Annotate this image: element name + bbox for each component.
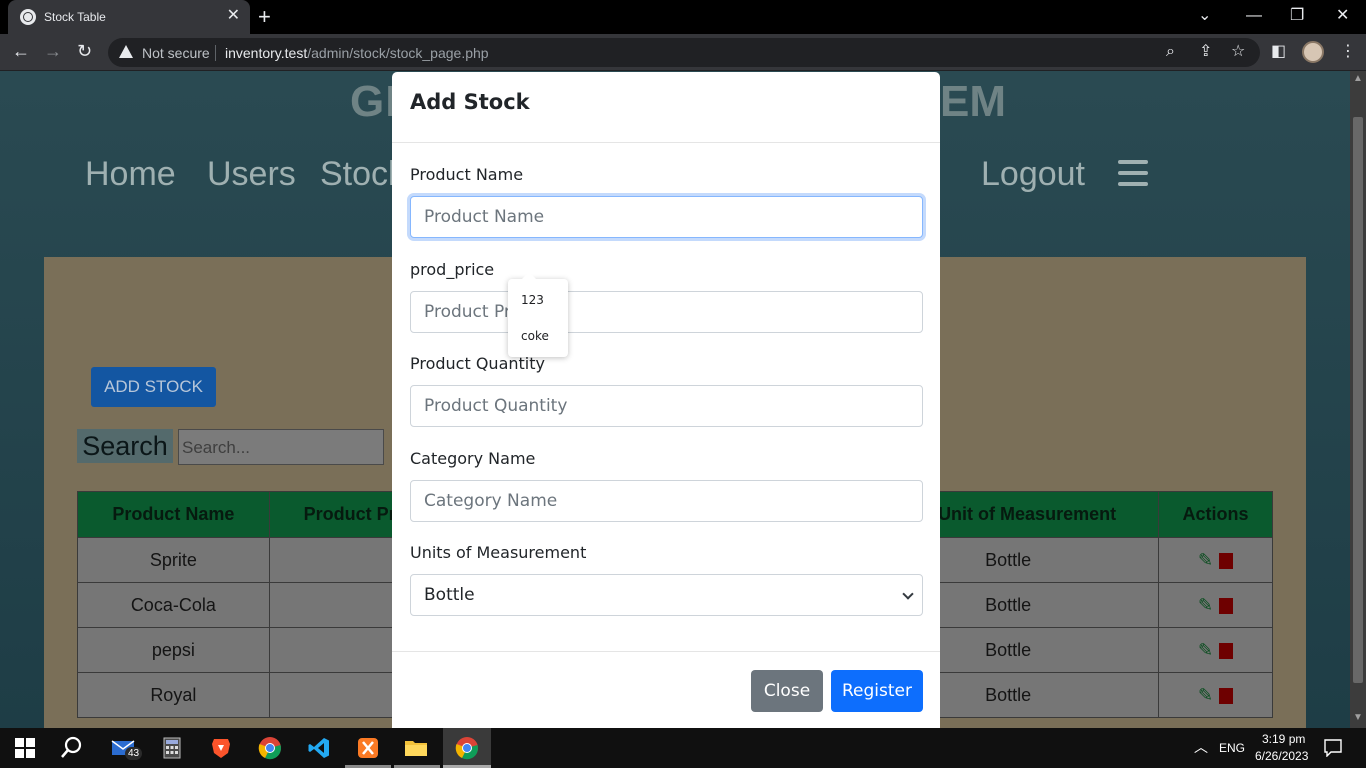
edit-icon[interactable]: ✎ (1198, 685, 1213, 706)
warning-icon (119, 45, 133, 58)
units-select-value: Bottle (424, 585, 475, 605)
category-label: Category Name (410, 449, 536, 468)
cell-name: pepsi (77, 627, 270, 673)
scroll-up-icon[interactable]: ▲ (1353, 73, 1363, 84)
xampp-icon[interactable] (356, 736, 380, 760)
divider (215, 45, 216, 61)
clock-time[interactable]: 3:19 pm (1262, 732, 1305, 746)
units-select[interactable]: Bottle (410, 574, 923, 616)
cell-actions: ✎ (1158, 672, 1273, 718)
tab-search-icon[interactable]: ⌄ (1198, 6, 1211, 26)
vscode-icon[interactable] (307, 736, 331, 760)
col-actions: Actions (1158, 491, 1273, 538)
back-icon[interactable]: ← (12, 41, 30, 61)
profile-avatar[interactable] (1302, 41, 1324, 63)
edit-icon[interactable]: ✎ (1198, 595, 1213, 616)
browser-toolbar: ← → ↻ Not secure inventory.test/admin/st… (0, 34, 1366, 71)
file-explorer-icon[interactable] (404, 736, 428, 760)
forward-icon[interactable]: → (44, 41, 62, 61)
nav-users[interactable]: Users (207, 155, 296, 194)
cell-actions: ✎ (1158, 627, 1273, 673)
add-stock-button[interactable]: ADD STOCK (91, 367, 216, 407)
clock-date[interactable]: 6/26/2023 (1255, 749, 1308, 763)
modal-title: Add Stock (410, 90, 530, 114)
bookmark-star-icon[interactable]: ☆ (1231, 42, 1245, 62)
edit-icon[interactable]: ✎ (1198, 640, 1213, 661)
address-bar[interactable]: Not secure inventory.test/admin/stock/st… (108, 38, 1260, 67)
cell-actions: ✎ (1158, 582, 1273, 628)
side-panel-icon[interactable]: ◧ (1271, 42, 1286, 62)
add-stock-modal: Add Stock Product Name Product Name prod… (392, 72, 940, 728)
autocomplete-dropdown: 123 coke (508, 272, 568, 357)
hamburger-menu-icon[interactable] (1118, 160, 1148, 186)
windows-start-icon[interactable] (13, 736, 37, 760)
modal-header: Add Stock (392, 72, 940, 143)
autocomplete-item[interactable]: 123 (521, 293, 544, 307)
cell-name: Coca-Cola (77, 582, 270, 628)
search-label: Search (77, 429, 173, 463)
menu-dots-icon[interactable]: ⋮ (1340, 42, 1356, 62)
modal-footer: Close Register (392, 651, 940, 728)
scrollbar-thumb[interactable] (1353, 117, 1363, 683)
window-close-icon[interactable]: ✕ (1336, 6, 1349, 26)
product-name-label: Product Name (410, 165, 524, 184)
mail-badge: 43 (125, 747, 143, 760)
globe-icon (20, 9, 36, 25)
chrome-icon[interactable] (258, 736, 282, 760)
tab-close-icon[interactable]: ✕ (227, 7, 240, 25)
share-icon[interactable]: ⇪ (1199, 42, 1212, 62)
windows-taskbar: 43 ︿ ENG 3:19 pm 6/26/2023 (0, 728, 1366, 768)
category-input[interactable]: Category Name (410, 480, 923, 522)
url-text[interactable]: inventory.test/admin/stock/stock_page.ph… (225, 45, 489, 61)
search-input[interactable]: Search... (178, 429, 384, 465)
browser-tab[interactable]: Stock Table ✕ (8, 0, 250, 34)
cell-name: Royal (77, 672, 270, 718)
security-label[interactable]: Not secure (142, 45, 210, 61)
new-tab-icon[interactable]: + (258, 4, 271, 30)
product-name-input[interactable]: Product Name (410, 196, 923, 238)
page-scrollbar[interactable]: ▲ ▼ (1350, 71, 1366, 728)
edit-icon[interactable]: ✎ (1198, 550, 1213, 571)
autocomplete-item[interactable]: coke (521, 329, 549, 343)
search-icon[interactable] (60, 736, 84, 760)
reload-icon[interactable]: ↻ (77, 41, 92, 61)
brand-title-end: EM (940, 77, 1006, 126)
language-indicator[interactable]: ENG (1219, 741, 1245, 755)
trash-icon[interactable] (1219, 687, 1234, 704)
register-button[interactable]: Register (831, 670, 923, 712)
cell-actions: ✎ (1158, 537, 1273, 583)
prod-price-input[interactable]: Product Price (410, 291, 923, 333)
restore-icon[interactable]: ❐ (1290, 6, 1304, 26)
trash-icon[interactable] (1219, 642, 1234, 659)
trash-icon[interactable] (1219, 552, 1234, 569)
tray-chevron-up-icon[interactable]: ︿ (1194, 737, 1208, 757)
cell-name: Sprite (77, 537, 270, 583)
quantity-input[interactable]: Product Quantity (410, 385, 923, 427)
nav-home[interactable]: Home (85, 155, 176, 194)
brave-icon[interactable] (209, 736, 233, 760)
col-product-name: Product Name (77, 491, 270, 538)
calculator-icon[interactable] (160, 736, 184, 760)
notification-icon[interactable] (1324, 739, 1342, 757)
close-button[interactable]: Close (751, 670, 823, 712)
units-label: Units of Measurement (410, 543, 587, 562)
minimize-icon[interactable]: — (1246, 6, 1262, 26)
browser-tabbar: Stock Table ✕ + ⌄ — ❐ ✕ (0, 0, 1366, 34)
zoom-icon[interactable]: ⌕ (1166, 42, 1175, 62)
chevron-down-icon (902, 588, 914, 600)
scroll-down-icon[interactable]: ▼ (1353, 712, 1363, 723)
tab-title: Stock Table (44, 10, 106, 24)
prod-price-label: prod_price (410, 260, 495, 279)
trash-icon[interactable] (1219, 597, 1234, 614)
chrome-active-icon[interactable] (455, 736, 479, 760)
nav-logout[interactable]: Logout (981, 155, 1085, 194)
